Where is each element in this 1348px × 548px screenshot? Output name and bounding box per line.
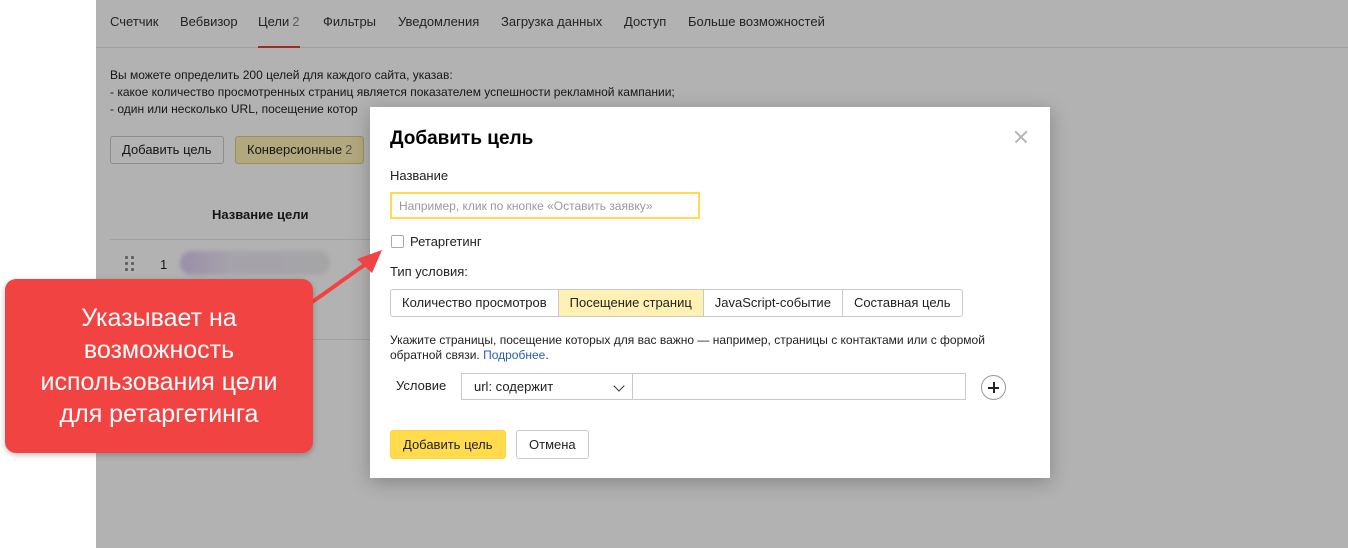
condition-type-page-visit[interactable]: Посещение страниц	[558, 290, 704, 316]
dialog-title: Добавить цель	[390, 128, 534, 149]
plus-icon[interactable]	[981, 375, 1006, 400]
cancel-button[interactable]: Отмена	[516, 430, 589, 459]
condition-type-js-event[interactable]: JavaScript-событие	[704, 290, 843, 316]
learn-more-link[interactable]: Подробнее	[483, 348, 545, 362]
goal-name-input[interactable]	[390, 192, 700, 219]
condition-label: Условие	[396, 378, 447, 393]
arrow-annotation-icon	[310, 250, 382, 304]
condition-type-selector: Количество просмотров Посещение страниц …	[390, 289, 963, 317]
condition-type-composite[interactable]: Составная цель	[843, 290, 962, 316]
name-label: Название	[390, 168, 449, 183]
submit-goal-button[interactable]: Добавить цель	[390, 430, 506, 459]
annotation-callout: Указывает на возможность использования ц…	[5, 279, 313, 453]
condition-value-input[interactable]	[632, 373, 966, 400]
add-goal-dialog: Добавить цель Название Ретаргетинг Тип у…	[370, 107, 1050, 478]
chevron-down-icon	[613, 380, 625, 392]
condition-type-pageviews[interactable]: Количество просмотров	[391, 290, 559, 316]
callout-text: Указывает на возможность использования ц…	[40, 304, 278, 428]
condition-operator-select[interactable]: url: содержит	[461, 373, 633, 400]
condition-type-label: Тип условия:	[390, 264, 468, 279]
close-icon[interactable]	[1011, 127, 1031, 147]
retargeting-label: Ретаргетинг	[410, 234, 482, 249]
condition-hint: Укажите страницы, посещение которых для …	[390, 333, 985, 362]
